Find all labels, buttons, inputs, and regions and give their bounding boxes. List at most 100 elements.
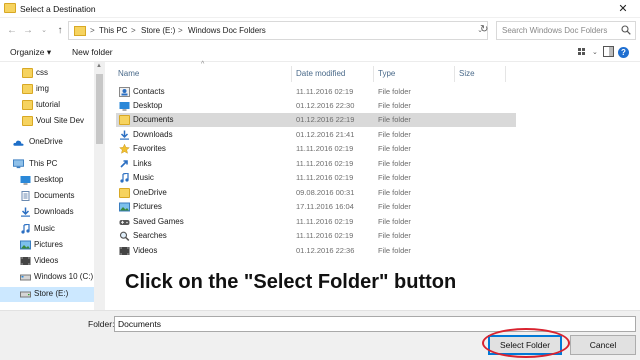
file-date: 11.11.2016 02:19 — [296, 231, 354, 240]
file-name: Music — [133, 173, 154, 182]
up-button[interactable]: ↑ — [54, 24, 66, 38]
file-row-pictures[interactable]: Pictures 17.11.2016 16:04 File folder — [116, 200, 516, 214]
nav-item-label: Pictures — [34, 240, 63, 249]
file-name: Searches — [133, 231, 167, 240]
navigation-scrollbar[interactable]: ▲ — [94, 62, 105, 310]
column-divider[interactable] — [454, 66, 455, 82]
downloads-icon — [120, 130, 129, 140]
nav-item-label: Voul Site Dev — [36, 116, 85, 125]
file-row-contacts[interactable]: Contacts 11.11.2016 02:19 File folder — [116, 85, 516, 99]
file-row-links[interactable]: Links 11.11.2016 02:19 File folder — [116, 157, 516, 171]
close-button[interactable]: ✕ — [606, 0, 640, 18]
column-header-size[interactable]: Size — [459, 69, 475, 78]
desktop-icon — [119, 102, 130, 111]
column-header-type[interactable]: Type — [378, 69, 395, 78]
nav-item-music[interactable]: Music — [0, 222, 94, 237]
file-type: File folder — [378, 217, 411, 226]
nav-item-label: tutorial — [36, 100, 61, 109]
nav-item-store-e[interactable]: Store (E:) — [0, 287, 94, 302]
column-divider[interactable] — [291, 66, 292, 82]
nav-item-onedrive[interactable]: OneDrive — [0, 135, 94, 150]
scroll-up-icon[interactable]: ▲ — [96, 63, 102, 69]
file-date: 11.11.2016 02:19 — [296, 159, 354, 168]
file-date: 17.11.2016 16:04 — [296, 202, 354, 211]
folder-icon — [22, 100, 33, 110]
nav-item-videos[interactable]: Videos — [0, 254, 94, 269]
view-options-icon[interactable] — [578, 48, 588, 56]
onedrive-icon — [13, 140, 24, 146]
drive-icon — [20, 274, 31, 281]
tutorial-caption: Click on the "Select Folder" button — [125, 271, 457, 293]
preview-pane-icon[interactable] — [603, 46, 614, 59]
search-placeholder: Search Windows Doc Folders — [502, 26, 608, 35]
file-row-favorites[interactable]: Favorites 11.11.2016 02:19 File folder — [116, 142, 516, 156]
nav-item-voul-site-dev[interactable]: Voul Site Dev — [0, 114, 94, 129]
nav-item-this-pc[interactable]: This PC — [0, 157, 94, 172]
refresh-button[interactable]: ↻ — [480, 24, 488, 35]
file-row-searches[interactable]: Searches 11.11.2016 02:19 File folder — [116, 229, 516, 243]
nav-item-windows-10-c[interactable]: Windows 10 (C:) — [0, 270, 94, 285]
file-type: File folder — [378, 246, 411, 255]
scrollbar-thumb[interactable] — [96, 74, 103, 144]
file-row-saved-games[interactable]: Saved Games 11.11.2016 02:19 File folder — [116, 215, 516, 229]
recent-locations-button[interactable]: ⌄ — [38, 24, 50, 38]
column-divider[interactable] — [505, 66, 506, 82]
nav-item-css[interactable]: css — [0, 66, 94, 81]
view-dropdown-icon[interactable]: ⌄ — [592, 48, 598, 56]
folder-icon — [22, 68, 33, 78]
nav-item-desktop[interactable]: Desktop — [0, 173, 94, 188]
file-name: OneDrive — [133, 188, 167, 197]
folder-field[interactable] — [114, 316, 636, 332]
address-bar[interactable]: > This PC > Store (E:) > Windows Doc Fol… — [68, 21, 488, 40]
file-name: Saved Games — [133, 217, 184, 226]
column-header-name[interactable]: Name — [118, 69, 139, 78]
file-date: 09.08.2016 00:31 — [296, 188, 355, 197]
breadcrumb-this-pc[interactable]: This PC — [99, 26, 127, 35]
file-row-desktop[interactable]: Desktop 01.12.2016 22:30 File folder — [116, 99, 516, 113]
file-type: File folder — [378, 231, 411, 240]
file-row-documents[interactable]: Documents 01.12.2016 22:19 File folder — [116, 113, 516, 127]
nav-item-downloads[interactable]: Downloads — [0, 205, 94, 220]
back-button[interactable]: ← — [6, 24, 18, 38]
drive-icon — [20, 291, 31, 298]
folder-icon — [119, 115, 130, 125]
searches-icon — [119, 231, 130, 241]
nav-item-documents[interactable]: Documents — [0, 189, 94, 204]
desktop-icon — [20, 176, 31, 185]
file-row-onedrive[interactable]: OneDrive 09.08.2016 00:31 File folder — [116, 186, 516, 200]
nav-item-img[interactable]: img — [0, 82, 94, 97]
forward-button[interactable]: → — [22, 24, 34, 38]
cancel-button[interactable]: Cancel — [570, 335, 636, 355]
file-name: Downloads — [133, 130, 173, 139]
search-input[interactable]: Search Windows Doc Folders — [496, 21, 636, 40]
file-row-videos[interactable]: Videos 01.12.2016 22:36 File folder — [116, 244, 516, 258]
folder-icon — [74, 26, 86, 36]
videos-icon — [20, 257, 31, 265]
column-header-date[interactable]: Date modified — [296, 69, 345, 78]
nav-item-pictures[interactable]: Pictures — [0, 238, 94, 253]
nav-item-label: Downloads — [34, 207, 74, 216]
file-date: 11.11.2016 02:19 — [296, 217, 354, 226]
breadcrumb-separator: > — [90, 26, 95, 35]
file-name: Contacts — [133, 87, 165, 96]
folder-icon — [4, 3, 16, 13]
file-row-music[interactable]: Music 11.11.2016 02:19 File folder — [116, 171, 516, 185]
navigation-pane: css img tutorial Voul Site Dev OneDrive … — [0, 62, 106, 310]
breadcrumb-store-e[interactable]: Store (E:) — [141, 26, 175, 35]
help-icon[interactable]: ? — [618, 47, 629, 58]
this-pc-icon — [13, 159, 24, 169]
saved-games-icon — [119, 220, 130, 225]
file-row-downloads[interactable]: Downloads 01.12.2016 21:41 File folder — [116, 128, 516, 142]
organize-button[interactable]: Organize ▾ — [10, 47, 51, 58]
file-type: File folder — [378, 202, 411, 211]
new-folder-button[interactable]: New folder — [72, 47, 113, 57]
file-date: 01.12.2016 21:41 — [296, 130, 355, 139]
file-date: 11.11.2016 02:19 — [296, 144, 354, 153]
breadcrumb-windows-doc-folders[interactable]: Windows Doc Folders — [188, 26, 266, 35]
file-date: 11.11.2016 02:19 — [296, 173, 354, 182]
downloads-icon — [21, 207, 30, 217]
column-divider[interactable] — [373, 66, 374, 82]
window-title: Select a Destination — [20, 4, 96, 14]
folder-icon — [22, 84, 33, 94]
nav-item-tutorial[interactable]: tutorial — [0, 98, 94, 113]
